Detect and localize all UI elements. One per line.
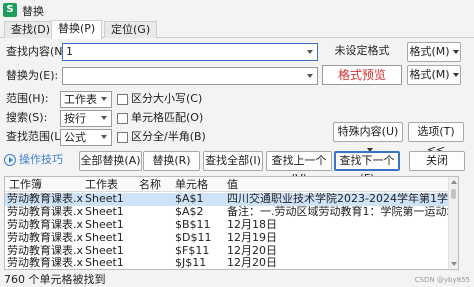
results-header: 工作簿 工作表 名称 单元格 值: [5, 177, 450, 192]
chevron-down-icon[interactable]: [307, 50, 313, 54]
table-row[interactable]: 劳动教育课表.xlsx Sheet1 $J$11 12月20日: [5, 257, 450, 269]
column-header-cell[interactable]: 单元格: [175, 178, 208, 191]
scrollbar-thumb[interactable]: [451, 189, 456, 199]
find-format-button[interactable]: 格式(M): [407, 42, 461, 62]
column-header-value[interactable]: 值: [227, 178, 238, 191]
tips-link-label: 操作技巧: [19, 153, 63, 166]
match-case-label[interactable]: 区分大小写(C): [131, 92, 202, 106]
window-title: 替换: [22, 5, 44, 18]
tab-replace[interactable]: 替换(P): [51, 20, 103, 39]
cell-address: $B$11: [175, 219, 211, 231]
replace-label: 替换为(E):: [6, 69, 59, 82]
find-format-button-label: 格式(M): [409, 45, 450, 58]
cell-value: 12月18日: [227, 219, 277, 231]
cell-value: 备注：一.劳动区域劳动教育1：学院第一运动场（田径场）: [227, 206, 449, 218]
cell-sheet: Sheet1: [85, 193, 124, 205]
find-input[interactable]: 1: [62, 43, 318, 61]
replace-format-preview: 格式预览: [322, 65, 402, 85]
cell-value: 12月20日: [227, 245, 277, 257]
cell-workbook: 劳动教育课表.xlsx: [7, 219, 83, 231]
app-logo-icon: S: [3, 3, 17, 17]
cell-sheet: Sheet1: [85, 232, 124, 244]
column-header-workbook[interactable]: 工作簿: [9, 178, 42, 191]
table-row[interactable]: 劳动教育课表.xlsx Sheet1 $B$11 12月18日: [5, 219, 450, 232]
match-cell-label[interactable]: 单元格匹配(O): [131, 111, 203, 125]
match-case-checkbox[interactable]: [117, 94, 128, 105]
cell-workbook: 劳动教育课表.xlsx: [7, 206, 83, 218]
lookin-select-value: 公式: [64, 131, 86, 144]
results-list[interactable]: 工作簿 工作表 名称 单元格 值 劳动教育课表.xlsx Sheet1 $A$1…: [4, 176, 459, 270]
options-toggle-button[interactable]: 选项(T) <<: [408, 122, 464, 156]
table-row[interactable]: 劳动教育课表.xlsx Sheet1 $D$11 12月19日: [5, 232, 450, 245]
find-next-button[interactable]: 查找下一个(F): [334, 151, 400, 185]
cell-sheet: Sheet1: [85, 219, 124, 231]
cell-address: $J$11: [175, 257, 207, 269]
special-content-button[interactable]: 特殊内容(U): [333, 122, 403, 152]
cell-address: $F$11: [175, 245, 210, 257]
cell-sheet: Sheet1: [85, 257, 124, 269]
dropdown-arrow-icon: [452, 73, 459, 77]
close-button[interactable]: 关闭: [409, 151, 465, 171]
cell-sheet: Sheet1: [85, 206, 124, 218]
find-label: 查找内容(N):: [6, 45, 71, 58]
search-label: 搜索(S):: [6, 111, 48, 124]
dropdown-arrow-icon: [452, 50, 459, 54]
find-prev-button[interactable]: 查找上一个(V): [266, 151, 332, 185]
replace-button[interactable]: 替换(R): [143, 151, 200, 171]
replace-format-button[interactable]: 格式(M): [407, 65, 461, 85]
play-icon: [4, 154, 16, 166]
column-header-sheet[interactable]: 工作表: [85, 178, 118, 191]
replace-format-button-label: 格式(M): [409, 68, 450, 81]
match-width-label[interactable]: 区分全/半角(B): [131, 130, 206, 144]
chevron-down-icon[interactable]: [307, 74, 313, 78]
column-header-name[interactable]: 名称: [139, 178, 161, 191]
replace-all-button[interactable]: 全部替换(A): [79, 151, 142, 171]
cell-workbook: 劳动教育课表.xlsx: [7, 232, 83, 244]
watermark: CSDN @yby855: [414, 276, 470, 284]
tab-bar: 查找(D) 替换(P) 定位(G): [0, 20, 474, 39]
table-row[interactable]: 劳动教育课表.xlsx Sheet1 $F$11 12月20日: [5, 245, 450, 258]
cell-workbook: 劳动教育课表.xlsx: [7, 245, 83, 257]
scroll-up-icon[interactable]: [451, 180, 457, 184]
table-row[interactable]: 劳动教育课表.xlsx Sheet1 $A$1 四川交通职业技术学院2023-2…: [5, 193, 450, 206]
find-all-button[interactable]: 查找全部(I): [203, 151, 263, 171]
replace-input[interactable]: [62, 67, 318, 85]
chevron-down-icon: [101, 135, 107, 139]
results-scrollbar[interactable]: [448, 177, 458, 269]
tab-find[interactable]: 查找(D): [4, 21, 58, 38]
title-bar: S 替换: [0, 0, 474, 20]
cell-value: 12月20日: [227, 257, 277, 269]
cell-sheet: Sheet1: [85, 245, 124, 257]
search-order-select[interactable]: 按行: [60, 110, 112, 127]
find-input-value: 1: [66, 45, 73, 58]
cell-value: 四川交通职业技术学院2023-2024学年第1学期总课表: [227, 193, 449, 205]
chevron-down-icon: [101, 97, 107, 101]
status-text: 760 个单元格被找到: [4, 273, 106, 286]
match-width-checkbox[interactable]: [117, 132, 128, 143]
tab-goto[interactable]: 定位(G): [104, 21, 158, 38]
search-order-select-value: 按行: [64, 112, 86, 125]
cell-address: $A$1: [175, 193, 204, 205]
cell-address: $D$11: [175, 232, 212, 244]
scope-select[interactable]: 工作表: [60, 91, 112, 108]
chevron-down-icon: [101, 116, 107, 120]
lookin-select[interactable]: 公式: [60, 129, 112, 146]
find-format-status: 未设定格式: [334, 44, 390, 57]
scope-label: 范围(H):: [6, 92, 49, 105]
scope-select-value: 工作表: [64, 93, 97, 106]
special-content-button-label: 特殊内容(U): [337, 125, 399, 138]
table-row[interactable]: 劳动教育课表.xlsx Sheet1 $A$2 备注：一.劳动区域劳动教育1：学…: [5, 206, 450, 219]
cell-value: 12月19日: [227, 232, 277, 244]
scroll-down-icon[interactable]: [451, 262, 457, 266]
match-cell-checkbox[interactable]: [117, 113, 128, 124]
cell-workbook: 劳动教育课表.xlsx: [7, 257, 83, 269]
cell-address: $A$2: [175, 206, 204, 218]
cell-workbook: 劳动教育课表.xlsx: [7, 193, 83, 205]
tips-link[interactable]: 操作技巧: [4, 152, 63, 168]
